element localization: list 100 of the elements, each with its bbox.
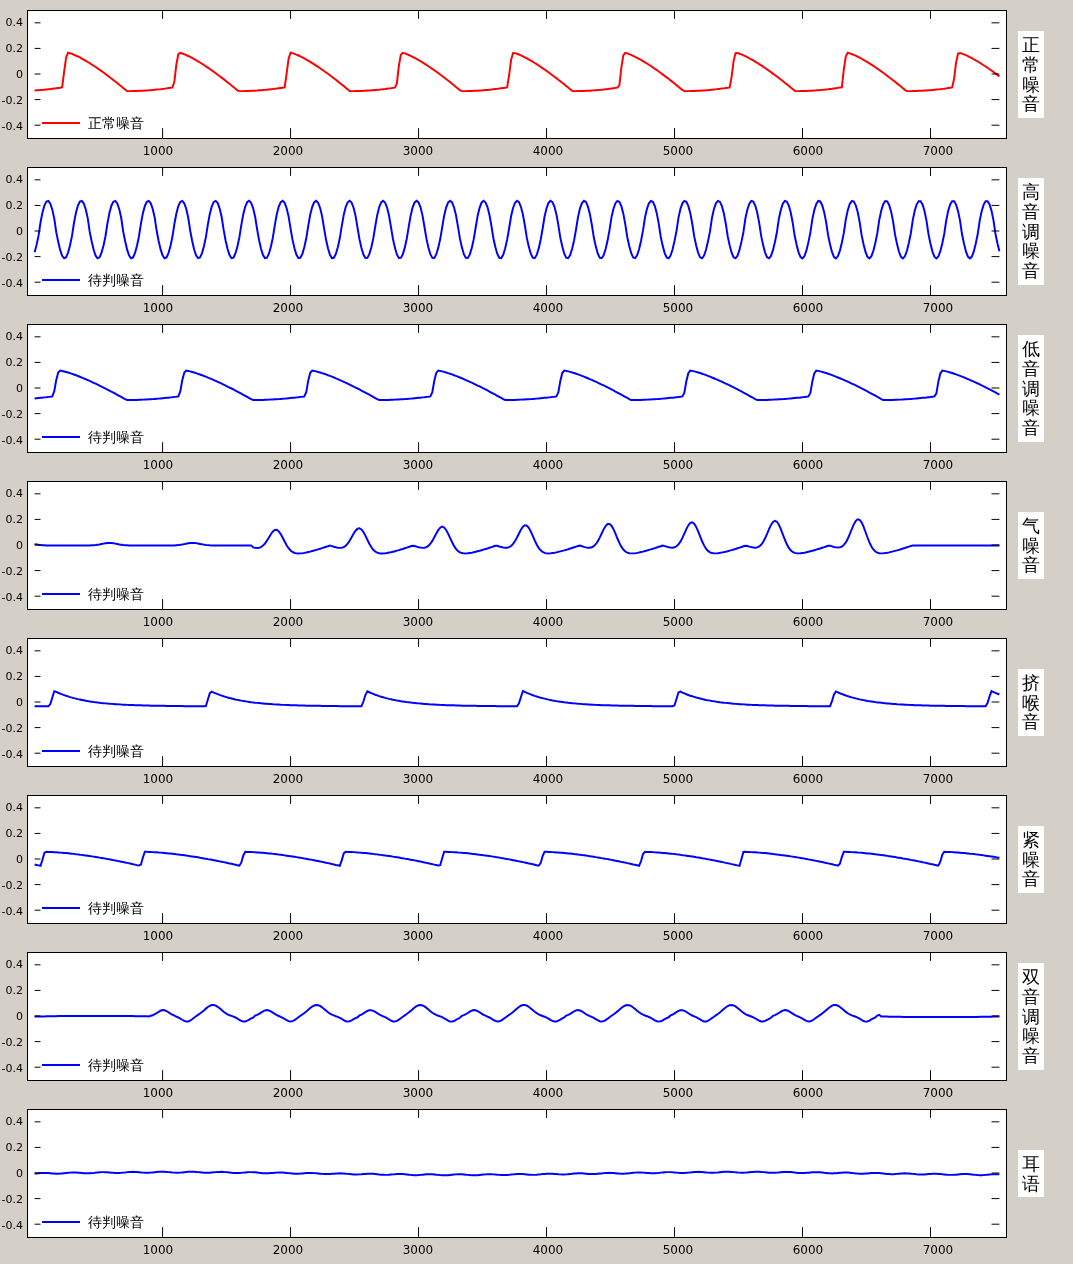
- x-tick-label: 2000: [271, 1242, 305, 1258]
- tick-mark: [34, 73, 41, 75]
- y-tick-label: 0: [16, 381, 23, 397]
- tick-mark: [991, 1066, 1000, 1068]
- tick-mark: [991, 832, 1000, 834]
- tick-mark: [34, 1066, 41, 1068]
- legend-label: 待判噪音: [88, 428, 144, 446]
- tick-mark: [34, 1121, 41, 1123]
- tick-mark: [34, 650, 41, 652]
- side-label: 低音调噪音: [1018, 335, 1044, 442]
- side-label: 双音调噪音: [1018, 963, 1044, 1070]
- tick-mark: [991, 727, 1000, 729]
- side-label: 气噪音: [1018, 511, 1044, 580]
- x-tick-label: 3000: [401, 300, 435, 316]
- x-tick-label: 1000: [141, 1085, 175, 1101]
- tick-mark: [991, 1015, 1000, 1017]
- y-tick-label: 0: [16, 538, 23, 554]
- y-tick-label: 0.2: [5, 669, 23, 685]
- y-tick-label: 0: [16, 1009, 23, 1025]
- y-tick-label: 0: [16, 695, 23, 711]
- x-tick-label: 1000: [141, 771, 175, 787]
- y-tick-label: -0.4: [1, 904, 23, 920]
- x-tick-label: 4000: [531, 1085, 565, 1101]
- tick-mark: [34, 204, 41, 206]
- tick-mark: [991, 361, 1000, 363]
- x-tick-label: 1000: [141, 1242, 175, 1258]
- tick-mark: [991, 518, 1000, 520]
- x-tick-label: 1000: [141, 300, 175, 316]
- y-tick-label: -0.4: [1, 276, 23, 292]
- legend-label: 待判噪音: [88, 585, 144, 603]
- y-tick-label: -0.2: [1, 1192, 23, 1208]
- tick-mark: [34, 752, 41, 754]
- tick-mark: [991, 1121, 1000, 1123]
- legend-label: 待判噪音: [88, 271, 144, 289]
- tick-mark: [34, 179, 41, 181]
- x-tick-label: 7000: [921, 1085, 955, 1101]
- x-tick-label: 4000: [531, 143, 565, 159]
- x-tick-label: 2000: [271, 300, 305, 316]
- tick-mark: [991, 595, 1000, 597]
- y-tick-label: -0.2: [1, 250, 23, 266]
- side-label: 紧噪音: [1018, 825, 1044, 894]
- tick-mark: [991, 989, 1000, 991]
- tick-mark: [34, 1172, 41, 1174]
- tick-mark: [991, 570, 1000, 572]
- y-tick-label: 0.4: [5, 957, 23, 973]
- y-tick-label: -0.2: [1, 878, 23, 894]
- x-tick-label: 6000: [791, 928, 825, 944]
- side-label: 耳语: [1018, 1149, 1044, 1198]
- x-tick-label: 2000: [271, 457, 305, 473]
- tick-mark: [991, 47, 1000, 49]
- y-tick-label: 0: [16, 224, 23, 240]
- tick-mark: [34, 964, 41, 966]
- tick-mark: [991, 204, 1000, 206]
- tick-mark: [34, 281, 41, 283]
- y-tick-label: 0.4: [5, 15, 23, 31]
- tick-mark: [34, 1223, 41, 1225]
- y-tick-label: 0.2: [5, 983, 23, 999]
- y-tick-label: 0.2: [5, 512, 23, 528]
- tick-mark: [991, 438, 1000, 440]
- side-label: 高音调噪音: [1018, 178, 1044, 285]
- x-tick-label: 3000: [401, 1242, 435, 1258]
- legend-label: 待判噪音: [88, 899, 144, 917]
- x-tick-label: 6000: [791, 1242, 825, 1258]
- y-tick-label: 0: [16, 1166, 23, 1182]
- y-tick-label: 0: [16, 852, 23, 868]
- y-tick-label: -0.4: [1, 747, 23, 763]
- y-tick-label: -0.4: [1, 119, 23, 135]
- tick-mark: [991, 230, 1000, 232]
- tick-mark: [991, 387, 1000, 389]
- x-tick-label: 6000: [791, 614, 825, 630]
- x-tick-label: 3000: [401, 614, 435, 630]
- tick-mark: [991, 73, 1000, 75]
- tick-mark: [34, 361, 41, 363]
- x-tick-label: 7000: [921, 457, 955, 473]
- tick-mark: [991, 650, 1000, 652]
- x-tick-label: 5000: [661, 300, 695, 316]
- x-tick-label: 7000: [921, 614, 955, 630]
- tick-mark: [34, 230, 41, 232]
- tick-mark: [34, 438, 41, 440]
- x-tick-label: 5000: [661, 928, 695, 944]
- tick-mark: [991, 336, 1000, 338]
- x-tick-label: 3000: [401, 457, 435, 473]
- x-tick-label: 6000: [791, 1085, 825, 1101]
- y-tick-label: -0.4: [1, 1061, 23, 1077]
- x-tick-label: 5000: [661, 1242, 695, 1258]
- x-tick-label: 3000: [401, 143, 435, 159]
- tick-mark: [991, 858, 1000, 860]
- tick-mark: [34, 909, 41, 911]
- tick-mark: [991, 99, 1000, 101]
- y-tick-label: 0.4: [5, 1114, 23, 1130]
- x-tick-label: 2000: [271, 143, 305, 159]
- x-tick-label: 1000: [141, 614, 175, 630]
- tick-mark: [991, 179, 1000, 181]
- x-tick-label: 4000: [531, 614, 565, 630]
- tick-mark: [991, 281, 1000, 283]
- tick-mark: [34, 989, 41, 991]
- x-tick-label: 1000: [141, 457, 175, 473]
- tick-mark: [34, 47, 41, 49]
- x-tick-label: 4000: [531, 771, 565, 787]
- x-tick-label: 2000: [271, 1085, 305, 1101]
